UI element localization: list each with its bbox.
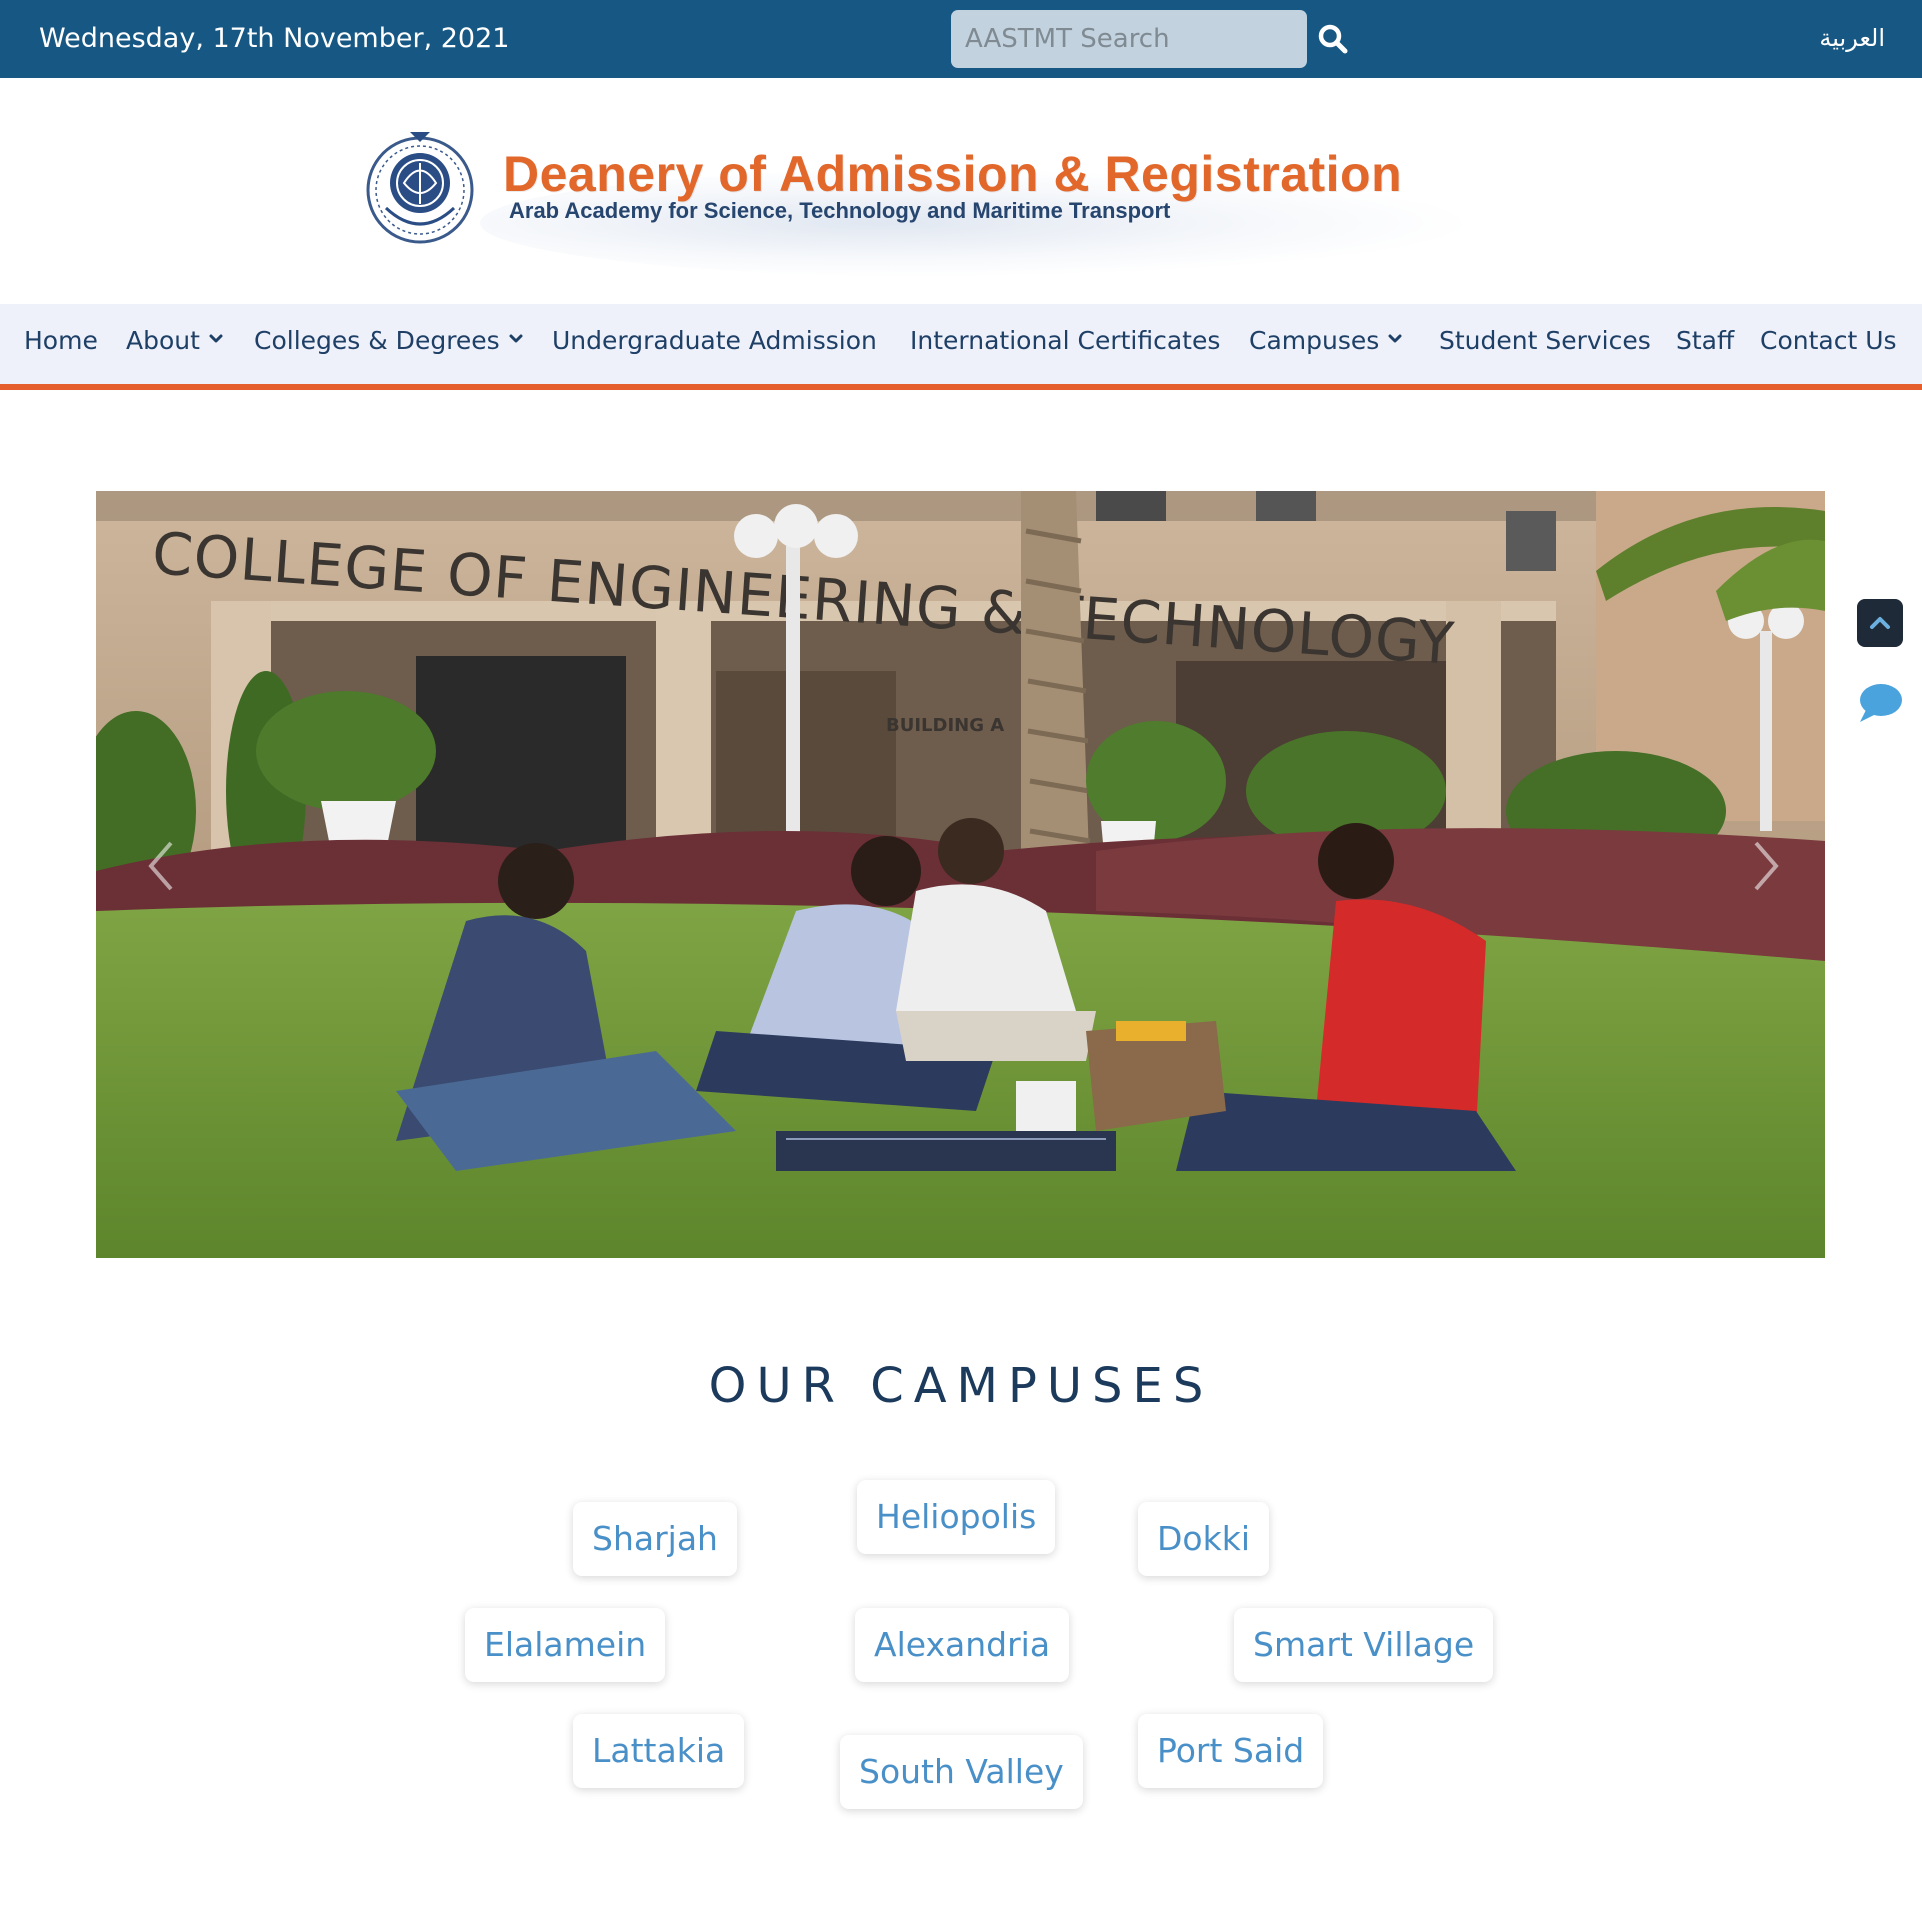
campus-button-elalamein[interactable]: Elalamein [465, 1608, 666, 1682]
nav-item-undergraduate-admission[interactable]: Undergraduate Admission [552, 324, 877, 358]
site-subtitle: Arab Academy for Science, Technology and… [509, 198, 1171, 223]
main-navigation: Home About Colleges & Degrees Undergradu… [0, 304, 1922, 390]
svg-text:BUILDING A: BUILDING A [886, 715, 1004, 736]
chevron-right-icon [1754, 841, 1779, 891]
nav-item-international-certificates[interactable]: International Certificates [910, 324, 1220, 358]
chat-bubble-icon [1860, 684, 1902, 722]
scroll-to-top-button[interactable] [1857, 599, 1903, 647]
campuses-heading: OUR CAMPUSES [708, 1358, 1214, 1414]
campus-button-south-valley[interactable]: South Valley [840, 1735, 1083, 1809]
chevron-left-icon [148, 841, 173, 891]
search-input[interactable] [951, 10, 1307, 68]
slider-next-arrow[interactable] [1746, 831, 1786, 901]
chat-button[interactable] [1856, 680, 1904, 724]
language-switch-link[interactable]: العربية [1819, 22, 1885, 54]
nav-item-staff[interactable]: Staff [1676, 324, 1734, 358]
campus-button-heliopolis[interactable]: Heliopolis [857, 1480, 1056, 1554]
nav-item-about[interactable]: About [126, 324, 224, 358]
campus-button-dokki[interactable]: Dokki [1138, 1502, 1269, 1576]
campus-button-smart-village[interactable]: Smart Village [1234, 1608, 1494, 1682]
campus-button-sharjah[interactable]: Sharjah [573, 1502, 737, 1576]
search-box [951, 10, 1307, 68]
hero-slider-image: COLLEGE OF ENGINEERING & TECHNOLOGY BUIL… [96, 491, 1825, 1258]
nav-item-home[interactable]: Home [24, 324, 98, 358]
chevron-down-icon [209, 334, 223, 343]
nav-item-campuses[interactable]: Campuses [1249, 324, 1403, 358]
slider-prev-arrow[interactable] [141, 831, 181, 901]
academy-seal-logo [364, 128, 476, 248]
campus-button-port-said[interactable]: Port Said [1138, 1714, 1324, 1788]
current-date: Wednesday, 17th November, 2021 [39, 23, 510, 54]
nav-item-contact-us[interactable]: Contact Us [1760, 324, 1897, 358]
campus-button-alexandria[interactable]: Alexandria [855, 1608, 1070, 1682]
search-icon[interactable] [1316, 22, 1350, 56]
site-logo[interactable]: Deanery of Admission & Registration Arab… [340, 118, 1520, 278]
chevron-up-icon [1870, 617, 1890, 629]
hero-photo-illustration: COLLEGE OF ENGINEERING & TECHNOLOGY BUIL… [96, 491, 1825, 1258]
nav-item-colleges-degrees[interactable]: Colleges & Degrees [254, 324, 524, 358]
top-bar: Wednesday, 17th November, 2021 العربية [0, 0, 1922, 78]
chevron-down-icon [1388, 334, 1402, 343]
nav-item-student-services[interactable]: Student Services [1439, 324, 1651, 358]
campus-button-lattakia[interactable]: Lattakia [573, 1714, 745, 1788]
site-title: Deanery of Admission & Registration [503, 146, 1403, 202]
chevron-down-icon [509, 334, 523, 343]
